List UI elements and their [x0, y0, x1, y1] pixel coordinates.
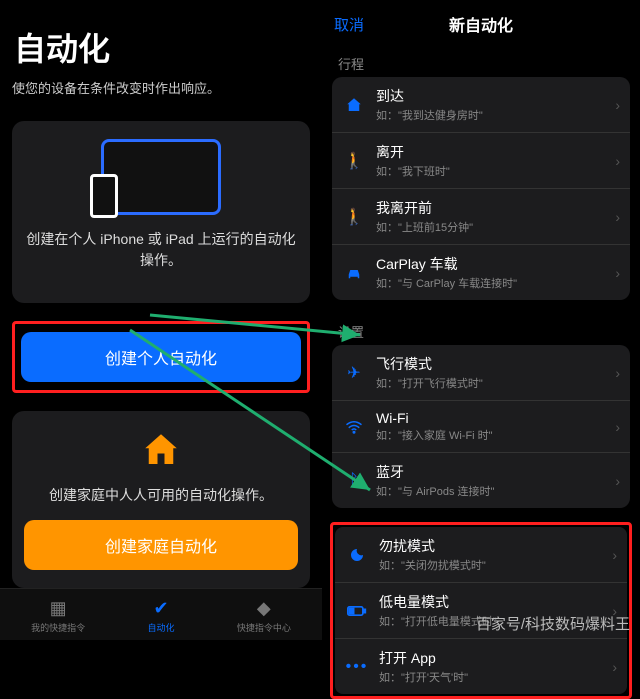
device-illustration	[101, 139, 221, 215]
settings-list-1: ✈ 飞行模式如："打开飞行模式时" › Wi-Fi如："接入家庭 Wi-Fi 时…	[332, 345, 630, 508]
row-bluetooth[interactable]: ᛒ 蓝牙如："与 AirPods 连接时" ›	[332, 453, 630, 508]
home-automation-card: 创建家庭中人人可用的自动化操作。 创建家庭自动化	[12, 411, 310, 588]
chevron-right-icon: ›	[615, 365, 620, 381]
row-carplay[interactable]: CarPlay 车载如："与 CarPlay 车载连接时" ›	[332, 245, 630, 300]
wifi-icon	[342, 415, 366, 439]
chevron-right-icon: ›	[615, 153, 620, 169]
create-home-automation-button[interactable]: 创建家庭自动化	[24, 520, 298, 570]
modal-title: 新自动化	[449, 12, 513, 36]
chevron-right-icon: ›	[612, 659, 617, 675]
row-dnd[interactable]: 勿扰模式如："关闭勿扰模式时" ›	[335, 527, 627, 583]
tab-gallery[interactable]: ◆ 快捷指令中心	[237, 597, 291, 634]
watermark: 百家号/科技数码爆料王	[476, 613, 630, 634]
tab-shortcuts[interactable]: ▦ 我的快捷指令	[31, 597, 85, 634]
row-arrive[interactable]: 到达如："我到达健身房时" ›	[332, 77, 630, 133]
highlight-box-create: 创建个人自动化	[12, 321, 310, 393]
page-title: 自动化	[14, 24, 310, 70]
section-settings: 设置	[322, 314, 640, 345]
walk-icon: 🚶	[342, 149, 366, 173]
page-subtitle: 使您的设备在条件改变时作出响应。	[12, 78, 310, 97]
walk-icon: 🚶	[342, 205, 366, 229]
row-open-app[interactable]: ••• 打开 App如："打开'天气'时" ›	[335, 639, 627, 694]
personal-automation-card: 创建在个人 iPhone 或 iPad 上运行的自动化操作。	[12, 121, 310, 303]
row-leave[interactable]: 🚶 离开如："我下班时" ›	[332, 133, 630, 189]
home-fill-icon	[342, 93, 366, 117]
chevron-right-icon: ›	[615, 473, 620, 489]
check-icon: ✔	[150, 597, 172, 619]
settings-list-2: 勿扰模式如："关闭勿扰模式时" › 低电量模式如："打开低电量模式时" › ••…	[335, 527, 627, 694]
chevron-right-icon: ›	[612, 547, 617, 563]
home-card-text: 创建家庭中人人可用的自动化操作。	[24, 485, 298, 506]
airplane-icon: ✈	[342, 361, 366, 385]
chevron-right-icon: ›	[615, 265, 620, 281]
battery-icon	[345, 599, 369, 623]
moon-icon	[345, 543, 369, 567]
cancel-button[interactable]: 取消	[334, 14, 364, 35]
row-airplane[interactable]: ✈ 飞行模式如："打开飞行模式时" ›	[332, 345, 630, 401]
car-icon	[342, 261, 366, 285]
personal-card-text: 创建在个人 iPhone 或 iPad 上运行的自动化操作。	[24, 229, 298, 271]
bluetooth-icon: ᛒ	[342, 469, 366, 493]
dots-icon: •••	[345, 655, 369, 679]
chevron-right-icon: ›	[615, 419, 620, 435]
highlight-box-dnd: 勿扰模式如："关闭勿扰模式时" › 低电量模式如："打开低电量模式时" › ••…	[330, 522, 632, 699]
create-personal-automation-button[interactable]: 创建个人自动化	[21, 332, 301, 382]
tab-bar: ▦ 我的快捷指令 ✔ 自动化 ◆ 快捷指令中心	[0, 588, 322, 640]
row-wifi[interactable]: Wi-Fi如："接入家庭 Wi-Fi 时" ›	[332, 401, 630, 453]
modal-header: 取消 新自动化	[322, 0, 640, 46]
travel-list: 到达如："我到达健身房时" › 🚶 离开如："我下班时" › 🚶 我离开前如："…	[332, 77, 630, 300]
home-icon	[140, 429, 182, 471]
tab-automation[interactable]: ✔ 自动化	[147, 597, 174, 634]
grid-icon: ▦	[47, 597, 69, 619]
chevron-right-icon: ›	[615, 209, 620, 225]
section-travel: 行程	[322, 46, 640, 77]
row-before-leave[interactable]: 🚶 我离开前如："上班前15分钟" ›	[332, 189, 630, 245]
stack-icon: ◆	[253, 597, 275, 619]
chevron-right-icon: ›	[615, 97, 620, 113]
